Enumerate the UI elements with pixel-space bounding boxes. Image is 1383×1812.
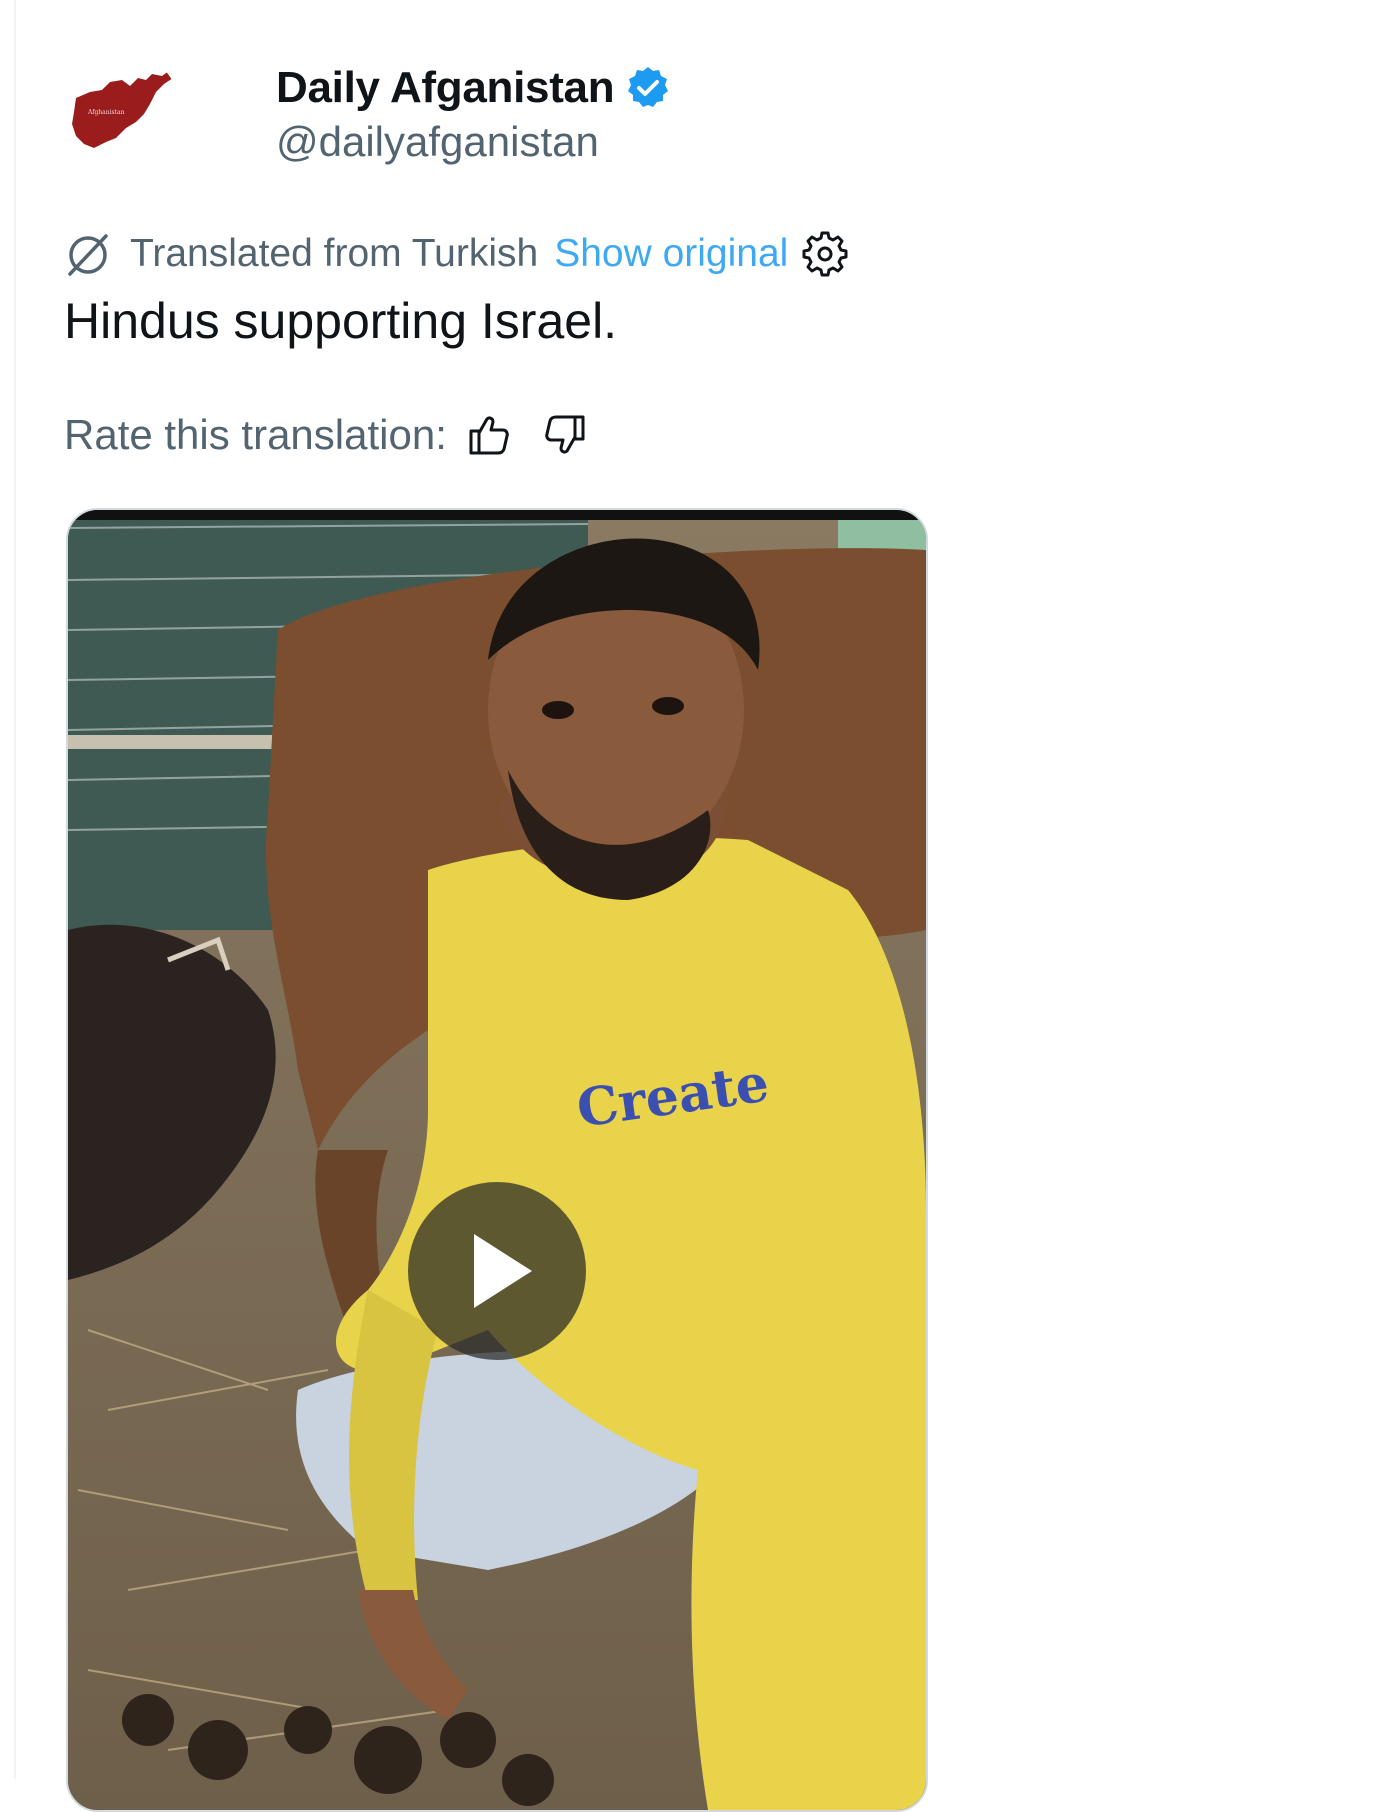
play-button[interactable]	[408, 1182, 586, 1360]
play-icon	[474, 1234, 532, 1308]
globe-slash-icon	[68, 234, 108, 276]
translated-from-label: Translated from Turkish	[130, 232, 539, 275]
thumbs-up-icon[interactable]	[465, 411, 513, 459]
display-name[interactable]: Daily Afganistan	[276, 63, 615, 113]
thumbs-down-icon[interactable]	[541, 411, 589, 459]
avatar-map-label: Afghanistan	[87, 109, 125, 116]
author-names: Daily Afganistan @dailyafganistan	[276, 62, 672, 166]
timeline-divider	[14, 0, 16, 1779]
tweet-text: Hindus supporting Israel.	[64, 293, 618, 349]
rate-translation-label: Rate this translation:	[64, 411, 447, 458]
tweet-header: Afghanistan Daily Afganistan @dailyafgan…	[66, 52, 669, 166]
tweet-video[interactable]: Create	[66, 508, 928, 1812]
gear-icon[interactable]	[802, 231, 848, 277]
rate-translation: Rate this translation:	[64, 408, 589, 462]
afghanistan-map-icon: Afghanistan	[72, 70, 176, 148]
display-name-row: Daily Afganistan	[276, 62, 672, 114]
video-thumbnail: Create	[68, 510, 926, 1810]
avatar[interactable]: Afghanistan	[66, 52, 180, 166]
verified-badge-icon[interactable]	[624, 64, 672, 112]
author-handle[interactable]: @dailyafganistan	[276, 118, 672, 166]
show-original-link[interactable]: Show original	[554, 232, 788, 276]
translation-notice: Translated from Turkish Show original	[62, 228, 848, 280]
